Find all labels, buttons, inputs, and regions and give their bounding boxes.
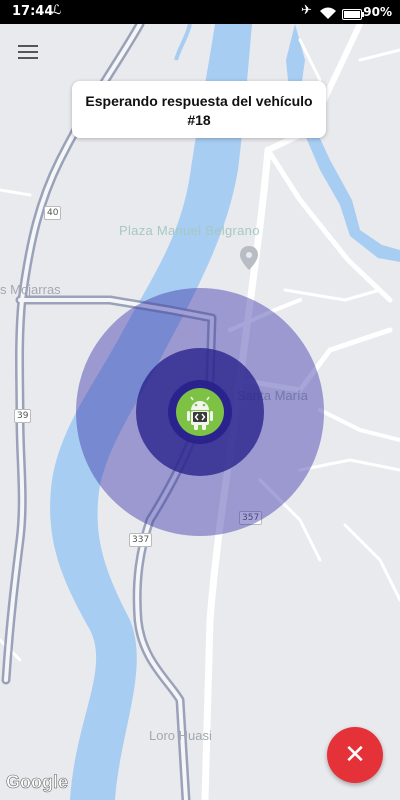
map-label-loro-huasi: Loro Huasi xyxy=(149,728,212,743)
route-shield-39: 39 xyxy=(14,409,32,423)
wifi-icon xyxy=(320,6,336,24)
battery-icon xyxy=(342,7,364,25)
menu-icon[interactable] xyxy=(12,36,44,68)
waiting-card: Esperando respuesta del vehículo #18 xyxy=(72,81,326,138)
battery-level: 90% xyxy=(363,5,392,19)
airplane-icon: ✈ xyxy=(301,3,312,18)
stream xyxy=(174,24,192,61)
android-icon[interactable] xyxy=(176,388,224,436)
cancel-button[interactable]: ✕ xyxy=(327,727,383,783)
route-shield-40: 40 xyxy=(44,206,62,220)
card-title: Esperando respuesta del vehículo #18 xyxy=(85,93,313,128)
status-time: 17:44 xyxy=(12,4,54,19)
map-label-mojarras: s Mojarras xyxy=(0,282,61,297)
map-label-plaza: Plaza Manuel Belgrano xyxy=(119,223,260,238)
close-icon: ✕ xyxy=(344,740,366,770)
status-bar: 17:44 ℒ ✈ 90% xyxy=(0,0,400,24)
map-view[interactable]: Plaza Manuel Belgrano s Mojarras Santa M… xyxy=(0,24,400,800)
notification-icon: ℒ xyxy=(52,3,62,18)
google-logo: Google xyxy=(6,772,69,793)
route-shield-337: 337 xyxy=(129,533,153,547)
